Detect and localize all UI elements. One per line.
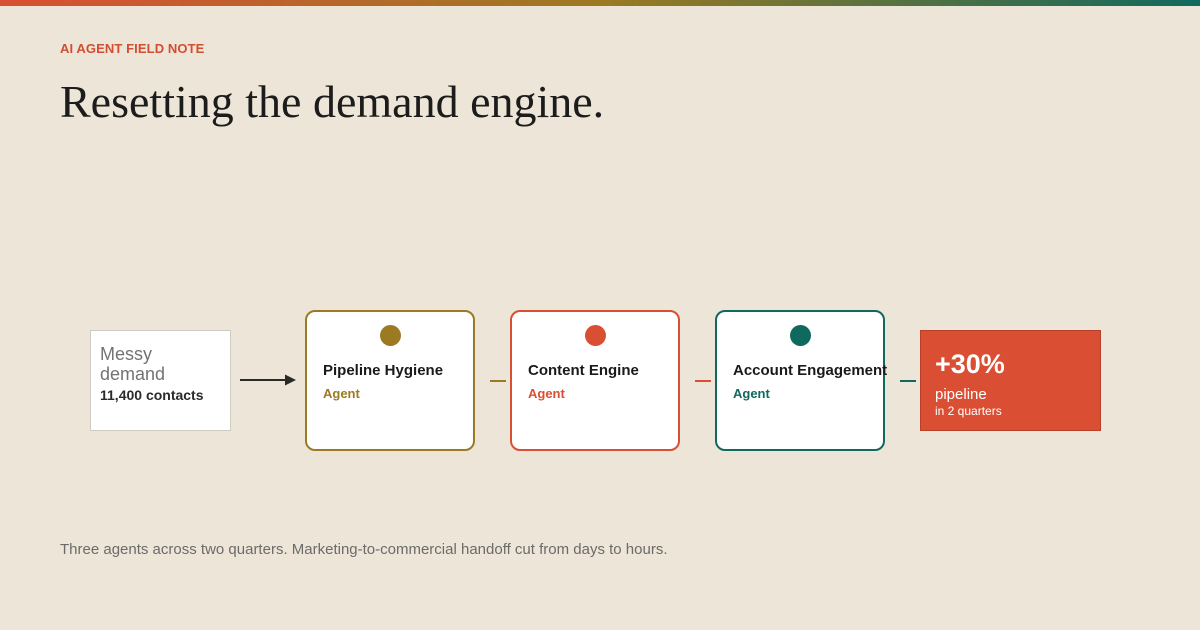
agent-name: Account Engagement [733,362,888,379]
page-title: Resetting the demand engine. [60,76,605,127]
agent-dot-icon [585,325,606,346]
agent-card-content-engine: Content Engine Agent [510,310,680,451]
eyebrow-label: AI AGENT FIELD NOTE [60,41,205,56]
agent-dot-icon [790,325,811,346]
agent-name: Content Engine [528,362,639,379]
agent-role: Agent [323,386,360,401]
agent-card-pipeline-hygiene: Pipeline Hygiene Agent [305,310,475,451]
arrow-right-icon [240,374,296,386]
input-node: Messy demand 11,400 contacts [90,330,231,431]
connector-line [900,380,916,382]
agent-name: Pipeline Hygiene [323,362,444,379]
input-node-label: Messy demand [100,344,166,384]
agent-card-account-engagement: Account Engagement Agent [715,310,888,451]
result-sublabel: in 2 quarters [935,404,1002,418]
connector-line [490,380,506,382]
connector-line [695,380,711,382]
result-node: +30% pipeline in 2 quarters [920,330,1101,431]
agent-role: Agent [733,386,770,401]
top-gradient-bar [0,0,1200,6]
result-label: pipeline [935,386,987,403]
result-value: +30% [935,349,1005,379]
input-node-count: 11,400 contacts [100,387,204,403]
footer-note: Three agents across two quarters. Market… [60,541,668,558]
agent-role: Agent [528,386,565,401]
agent-dot-icon [380,325,401,346]
